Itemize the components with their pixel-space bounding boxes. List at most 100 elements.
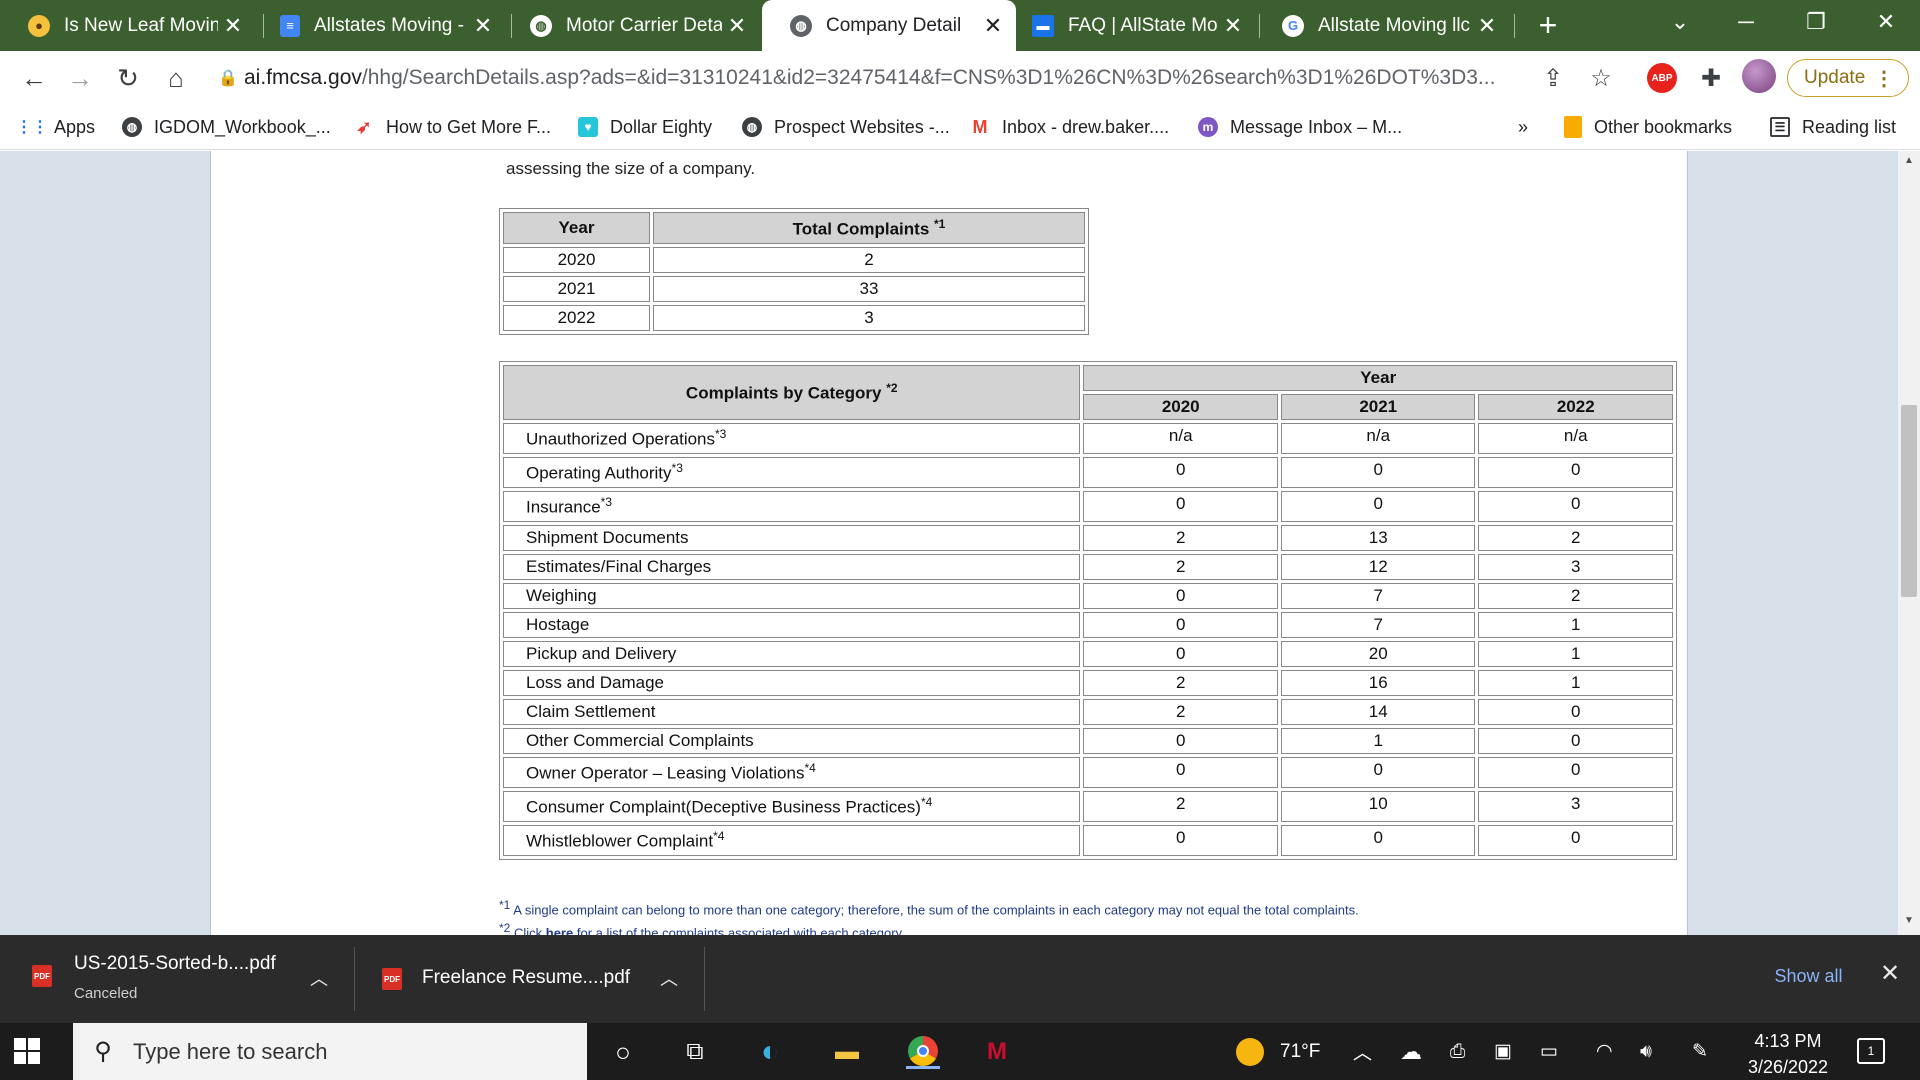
download-item[interactable]: PDF US-2015-Sorted-b....pdf Canceled ︿ — [32, 935, 332, 1023]
chevron-up-icon[interactable]: ︿ — [660, 965, 678, 991]
tab-allstate-google[interactable]: G Allstate Moving llc ✕ — [1254, 0, 1510, 51]
tab-motor-carrier[interactable]: ◍ Motor Carrier Detai ✕ — [502, 0, 760, 51]
table-row: Shipment Documents 2 13 2 — [503, 525, 1673, 551]
forward-button[interactable]: → — [62, 60, 98, 96]
year-header: Year — [503, 212, 650, 244]
bookmark-message-inbox[interactable]: m Message Inbox – M... — [1198, 105, 1402, 149]
volume-icon[interactable]: 🔊︎ — [1640, 1023, 1652, 1080]
complaints-list-link[interactable]: here — [546, 926, 573, 935]
notification-center-icon[interactable]: 1 — [1857, 1038, 1885, 1064]
close-tab-icon[interactable]: ✕ — [218, 13, 248, 39]
category-cell: Unauthorized Operations*3 — [503, 423, 1081, 454]
bookmark-how-to-get-more[interactable]: ➶ How to Get More F... — [354, 105, 551, 149]
value-cell: 3 — [1478, 791, 1673, 822]
category-cell: Hostage — [503, 612, 1081, 638]
download-item[interactable]: PDF Freelance Resume....pdf ︿ — [382, 935, 682, 1023]
messenger-icon: m — [1198, 117, 1218, 137]
close-downloads-icon[interactable]: ✕ — [1880, 959, 1900, 988]
back-button[interactable]: ← — [16, 60, 52, 96]
value-cell: 0 — [1478, 699, 1673, 725]
wifi-icon[interactable]: ◠ — [1596, 1023, 1613, 1080]
bookmark-dollar-eighty[interactable]: ♥ Dollar Eighty — [578, 105, 712, 149]
value-cell: 10 — [1280, 791, 1476, 822]
reading-list-button[interactable]: ☰ Reading list — [1770, 105, 1896, 149]
pen-icon[interactable]: ✎ — [1692, 1023, 1708, 1080]
value-cell: 1 — [1280, 728, 1476, 754]
page-viewport: assessing the size of a company. Year To… — [0, 151, 1898, 935]
mcafee-icon[interactable]: M — [980, 1035, 1014, 1069]
scroll-up-arrow-icon[interactable]: ▲ — [1898, 155, 1920, 166]
bookmark-inbox-gmail[interactable]: M Inbox - drew.baker.... — [970, 105, 1170, 149]
tab-new-leaf[interactable]: ● Is New Leaf Moving ✕ — [0, 0, 256, 51]
downloads-bar: PDF US-2015-Sorted-b....pdf Canceled ︿ P… — [0, 935, 1920, 1023]
total-complaints-table: Year Total Complaints *1 2020 2 2021 33 … — [499, 208, 1089, 335]
bookmark-other[interactable]: Other bookmarks — [1564, 105, 1732, 149]
edge-browser-icon[interactable]: ◐ — [753, 1035, 787, 1069]
value-cell: 0 — [1280, 457, 1476, 488]
profile-favicon-icon: ● — [28, 14, 50, 37]
heart-icon: ♥ — [578, 117, 598, 137]
close-tab-icon[interactable]: ✕ — [1218, 13, 1248, 39]
value-cell: 20 — [1280, 641, 1476, 667]
tab-allstates-doc[interactable]: ≡ Allstates Moving - ✕ — [252, 0, 506, 51]
close-tab-icon[interactable]: ✕ — [1472, 13, 1502, 39]
address-bar[interactable]: 🔒 ai.fmcsa.gov/hhg/SearchDetails.asp?ads… — [218, 57, 1615, 99]
vertical-scrollbar[interactable]: ▲ ▼ — [1898, 151, 1920, 935]
scrollbar-thumb[interactable] — [1901, 405, 1917, 597]
close-tab-icon[interactable]: ✕ — [722, 13, 752, 39]
adblock-plus-icon[interactable]: ABP — [1647, 63, 1677, 93]
battery-icon[interactable]: ▭ — [1540, 1023, 1558, 1080]
chrome-icon[interactable] — [906, 1035, 940, 1069]
new-tab-button[interactable]: + — [1530, 8, 1566, 44]
camera-icon[interactable]: ⎙ — [1450, 1023, 1465, 1080]
tab-faq-allstate[interactable]: ▬ FAQ | AllState Movi ✕ — [1004, 0, 1256, 51]
taskbar-search-input[interactable]: ⚲ Type here to search — [73, 1023, 587, 1080]
onedrive-cloud-icon[interactable]: ☁ — [1400, 1023, 1422, 1080]
task-view-icon[interactable]: ⧉ — [678, 1035, 712, 1069]
chevron-up-icon[interactable]: ︿ — [310, 965, 328, 991]
bookmark-apps[interactable]: ⋮⋮ Apps — [16, 105, 95, 149]
update-button[interactable]: Update ⋮ — [1787, 59, 1909, 97]
lock-icon[interactable]: 🔒 — [218, 68, 244, 88]
show-all-downloads-button[interactable]: Show all — [1753, 955, 1864, 997]
tab-search-chevron-icon[interactable]: ⌄ — [1650, 0, 1710, 44]
tray-overflow-chevron-icon[interactable]: ︿ — [1353, 1023, 1372, 1080]
home-button[interactable]: ⌂ — [158, 60, 194, 96]
scroll-down-arrow-icon[interactable]: ▼ — [1898, 915, 1920, 926]
cortana-icon[interactable]: ○ — [606, 1035, 640, 1069]
display-icon[interactable]: ▣ — [1494, 1023, 1512, 1080]
file-explorer-icon[interactable]: ▬ — [830, 1035, 864, 1069]
tab-company-detail[interactable]: ◍ Company Detail ✕ — [762, 0, 1016, 51]
category-cell: Consumer Complaint(Deceptive Business Pr… — [503, 791, 1081, 822]
value-cell: 2 — [1478, 583, 1673, 609]
bookmark-igdom[interactable]: ◍ IGDOM_Workbook_... — [122, 105, 331, 149]
restore-button[interactable]: ❐ — [1786, 0, 1846, 44]
table-row: Weighing 0 7 2 — [503, 583, 1673, 609]
google-docs-icon: ≡ — [280, 14, 300, 37]
year-2021-header: 2021 — [1280, 394, 1476, 420]
bookmark-star-icon[interactable]: ☆ — [1586, 63, 1616, 93]
bookmarks-overflow-button[interactable]: » — [1518, 105, 1528, 149]
system-clock[interactable]: 4:13 PM 3/26/2022 — [1726, 1028, 1850, 1080]
footnote-2: *2 Click here for a list of the complain… — [499, 919, 1359, 935]
share-icon[interactable]: ⇪ — [1538, 63, 1568, 93]
reload-button[interactable]: ↻ — [110, 60, 146, 96]
windows-start-icon[interactable] — [14, 1038, 40, 1064]
value-cell: 0 — [1083, 641, 1278, 667]
profile-avatar[interactable] — [1742, 59, 1776, 93]
more-menu-icon[interactable]: ⋮ — [1874, 66, 1894, 91]
close-tab-icon[interactable]: ✕ — [468, 13, 498, 39]
tab-strip: ● Is New Leaf Moving ✕ ≡ Allstates Movin… — [0, 0, 1920, 51]
extensions-puzzle-icon[interactable]: ✚ — [1696, 63, 1726, 93]
weather-widget[interactable]: 71°F — [1236, 1023, 1320, 1080]
close-window-button[interactable]: ✕ — [1856, 0, 1916, 44]
category-cell: Loss and Damage — [503, 670, 1081, 696]
table-row: Hostage 0 7 1 — [503, 612, 1673, 638]
value-cell: n/a — [1478, 423, 1673, 454]
bookmark-prospect-websites[interactable]: ◍ Prospect Websites -... — [742, 105, 950, 149]
table-row: Claim Settlement 2 14 0 — [503, 699, 1673, 725]
table-row: 2021 33 — [503, 276, 1085, 302]
allstate-favicon-icon: ▬ — [1032, 14, 1054, 37]
value-cell: 0 — [1280, 825, 1476, 856]
minimize-button[interactable]: ─ — [1716, 0, 1776, 44]
